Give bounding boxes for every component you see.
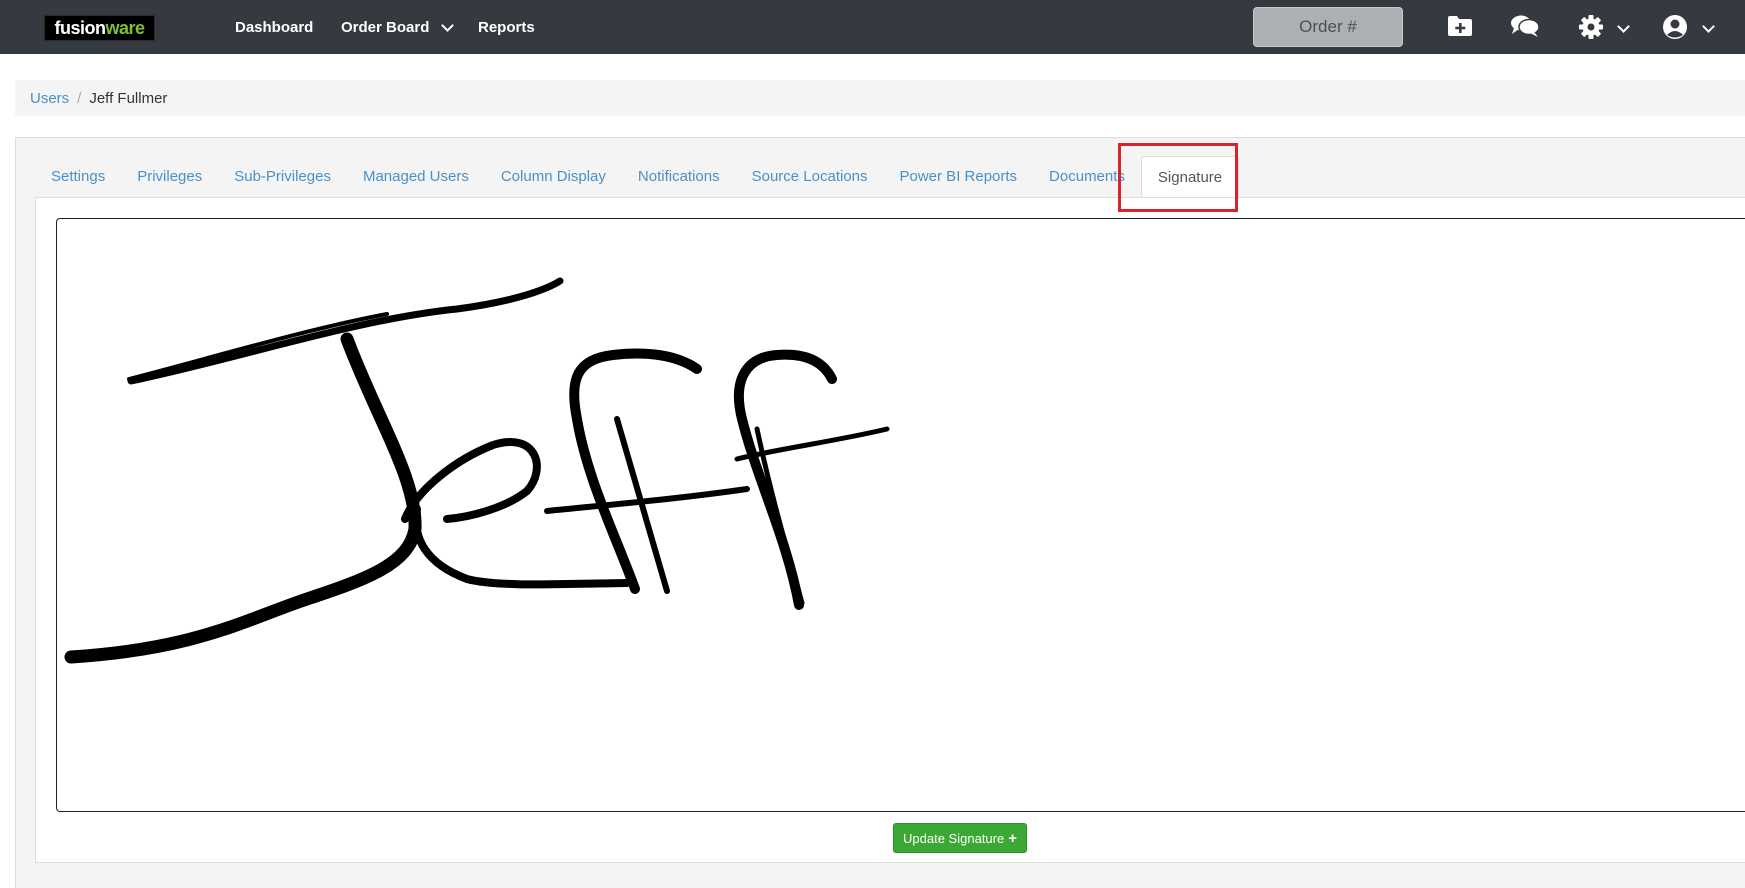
tab-managed-users[interactable]: Managed Users: [347, 156, 485, 198]
fusionware-logo[interactable]: fusion ware: [44, 15, 155, 41]
tab-power-bi-reports[interactable]: Power BI Reports: [884, 156, 1034, 198]
breadcrumb-users-link[interactable]: Users: [30, 90, 69, 107]
tab-notifications[interactable]: Notifications: [622, 156, 736, 198]
tab-sub-privileges[interactable]: Sub-Privileges: [218, 156, 347, 198]
nav-reports-label: Reports: [478, 18, 535, 36]
tab-privileges[interactable]: Privileges: [121, 156, 218, 198]
signature-canvas[interactable]: [56, 218, 1745, 812]
chevron-down-icon: [441, 18, 455, 32]
nav-reports[interactable]: Reports: [478, 0, 535, 54]
nav-order-board-label: Order Board: [341, 18, 430, 36]
breadcrumb-separator: /: [77, 89, 82, 107]
tab-source-locations[interactable]: Source Locations: [736, 156, 884, 198]
signature-tab-highlight-box: [1118, 143, 1238, 212]
nav-order-board[interactable]: Order Board: [341, 0, 455, 54]
nav-dashboard[interactable]: Dashboard: [235, 0, 313, 54]
user-tabs: Settings Privileges Sub-Privileges Manag…: [35, 156, 1240, 199]
top-navbar: fusion ware Dashboard Order Board Reports: [0, 0, 1745, 54]
nav-dashboard-label: Dashboard: [235, 18, 314, 36]
user-circle-icon[interactable]: [1662, 14, 1688, 45]
handwritten-signature: [64, 277, 890, 664]
breadcrumb-current: Jeff Fullmer: [89, 89, 168, 107]
settings-chevron-down-icon[interactable]: [1617, 20, 1630, 33]
update-signature-button[interactable]: Update Signature +: [893, 823, 1027, 853]
update-signature-label: Update Signature: [903, 830, 1005, 846]
plus-icon: +: [1008, 829, 1017, 847]
folder-plus-icon[interactable]: [1447, 15, 1473, 42]
order-number-search-input[interactable]: [1253, 7, 1403, 47]
breadcrumb: Users / Jeff Fullmer: [15, 80, 1745, 116]
tab-settings[interactable]: Settings: [35, 156, 121, 198]
comments-icon[interactable]: [1510, 14, 1540, 43]
tab-column-display[interactable]: Column Display: [485, 156, 622, 198]
user-chevron-down-icon[interactable]: [1702, 20, 1715, 33]
gear-icon[interactable]: [1578, 14, 1604, 45]
